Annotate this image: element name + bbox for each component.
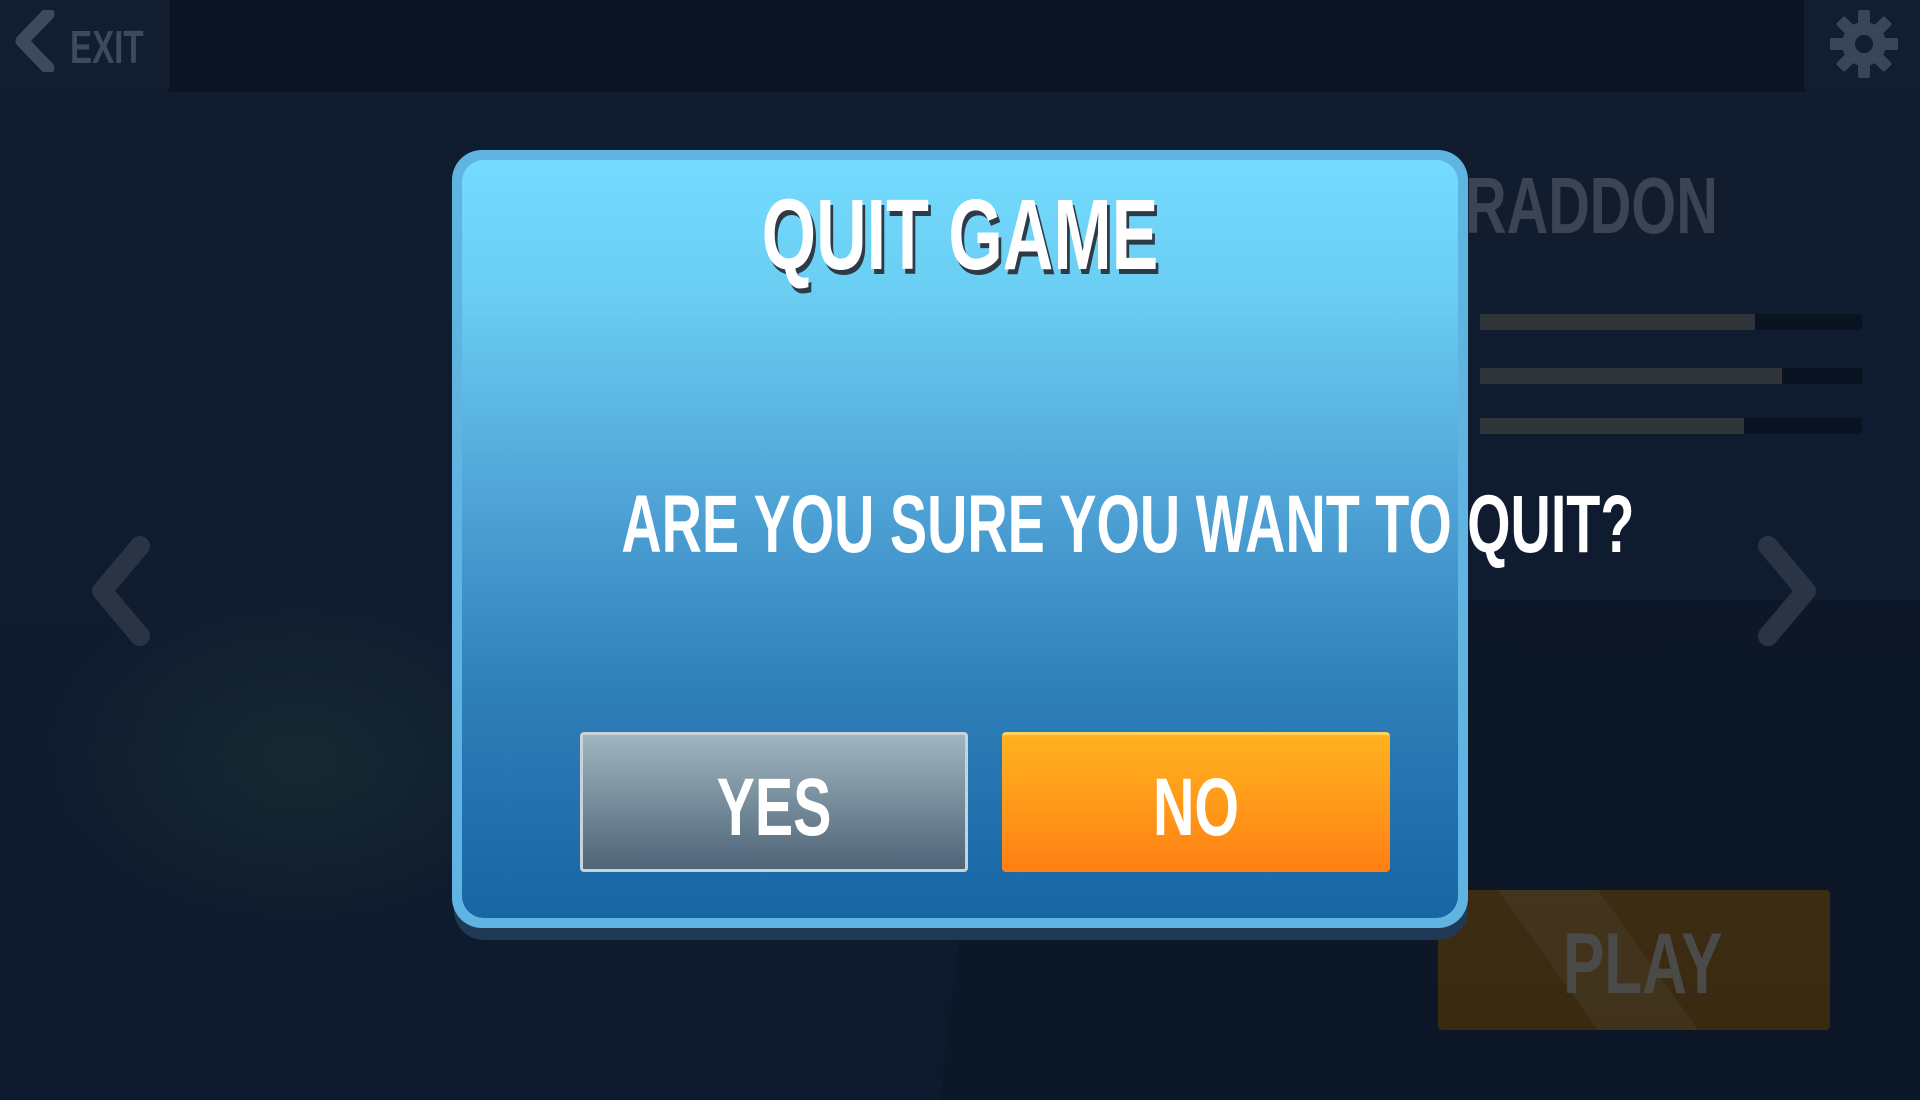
stat-bar <box>1480 418 1862 434</box>
chevron-left-icon <box>15 10 55 72</box>
exit-button[interactable]: EXIT <box>0 0 170 92</box>
stat-bar <box>1480 314 1862 330</box>
top-bar: EXIT <box>0 0 1920 92</box>
dialog-title: QUIT GAME <box>761 179 1159 291</box>
settings-button[interactable] <box>1804 0 1920 92</box>
yes-button-label: YES <box>716 762 832 853</box>
yes-button[interactable]: YES <box>580 732 968 872</box>
stat-bar <box>1480 368 1862 384</box>
hero-name: RADDON <box>1465 161 1718 250</box>
play-button[interactable]: PLAY <box>1438 890 1830 1030</box>
stat-bar-fill <box>1480 418 1744 434</box>
no-button-label: NO <box>1152 762 1240 853</box>
play-label: PLAY <box>1563 916 1723 1012</box>
chevron-left-icon[interactable] <box>86 536 156 646</box>
stat-bar-fill <box>1480 368 1782 384</box>
dialog-body: QUIT GAME ARE YOU SURE YOU WANT TO QUIT?… <box>462 160 1635 918</box>
exit-label: EXIT <box>70 21 144 73</box>
dialog-message: ARE YOU SURE YOU WANT TO QUIT? <box>621 479 1635 570</box>
gear-icon <box>1830 10 1898 78</box>
quit-dialog: QUIT GAME ARE YOU SURE YOU WANT TO QUIT?… <box>452 150 1635 928</box>
no-button[interactable]: NO <box>1002 732 1390 872</box>
stat-bar-fill <box>1480 314 1756 330</box>
chevron-right-icon[interactable] <box>1752 536 1822 646</box>
